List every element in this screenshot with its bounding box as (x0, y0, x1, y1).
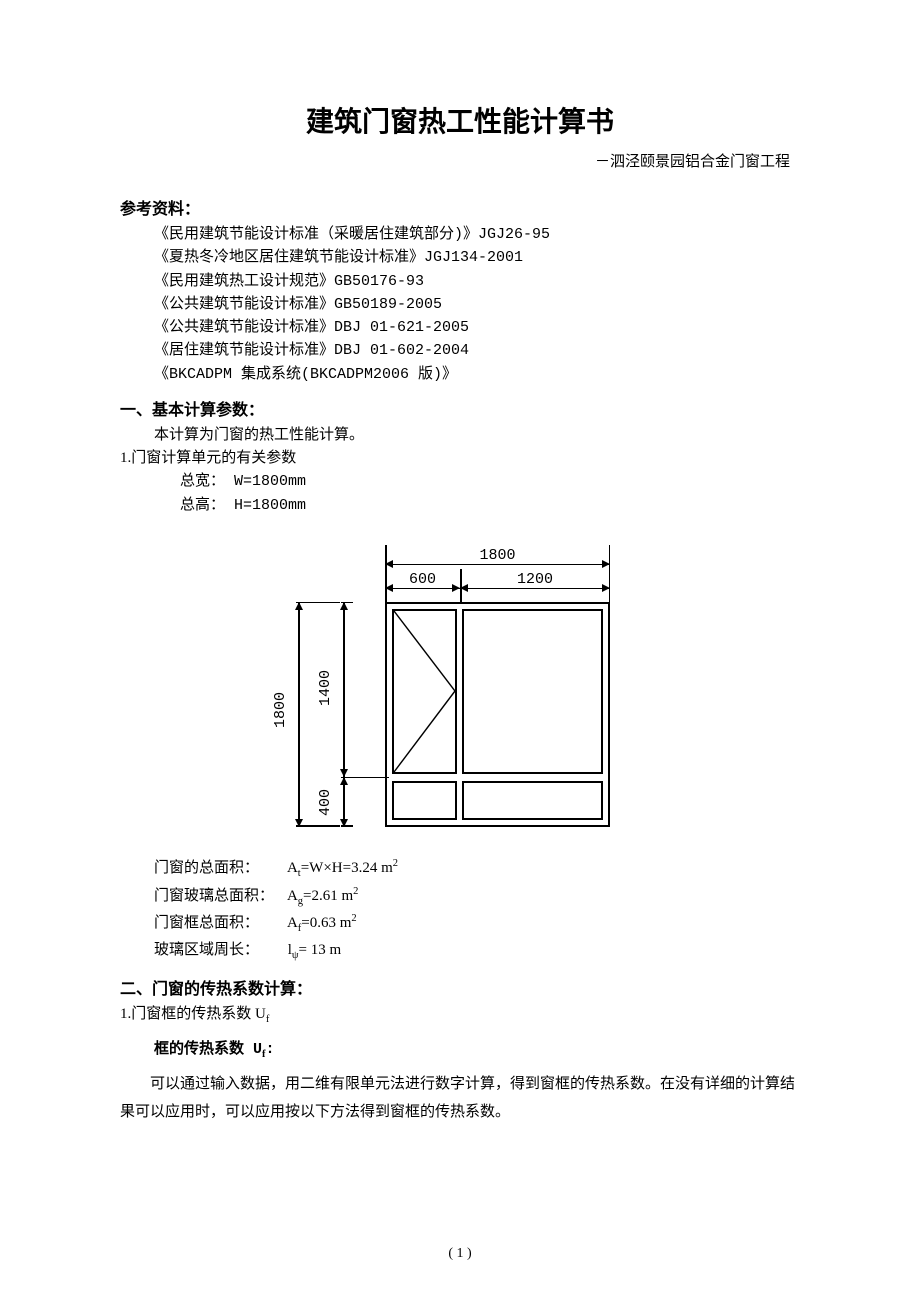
frame-area-row: 门窗框总面积： Af=0.63 m2 (154, 910, 800, 938)
frame-u-subheading: 框的传热系数 Uf: (154, 1038, 800, 1063)
total-width-line: 总宽： W=1800mm (180, 470, 800, 493)
dim-upper-height: 1400 (317, 670, 334, 706)
section-2-paragraph: 可以通过输入数据，用二维有限单元法进行数字计算，得到窗框的传热系数。在没有详细的… (120, 1070, 800, 1127)
section-2-heading: 二、门窗的传热系数计算： (120, 975, 800, 999)
dim-left-width: 600 (385, 571, 460, 588)
reference-item: 《居住建筑节能设计标准》DBJ 01-602-2004 (154, 339, 800, 362)
window-diagram (385, 602, 610, 827)
dim-right-width: 1200 (460, 571, 610, 588)
dim-total-height: 1800 (272, 692, 289, 728)
section-1-intro: 本计算为门窗的热工性能计算。 (154, 424, 800, 447)
references-heading: 参考资料： (120, 195, 800, 219)
reference-item: 《BKCADPM 集成系统(BKCADPM2006 版)》 (154, 363, 800, 386)
window-dimension-figure: 1800 600 1200 1800 (290, 547, 630, 827)
reference-item: 《公共建筑节能设计标准》GB50189-2005 (154, 293, 800, 316)
reference-item: 《夏热冬冷地区居住建筑节能设计标准》JGJ134-2001 (154, 246, 800, 269)
section-2-item-1: 1.门窗框的传热系数 Uf (120, 1003, 800, 1028)
section-1-item-1: 1.门窗计算单元的有关参数 (120, 447, 800, 470)
document-title: 建筑门窗热工性能计算书 (120, 100, 800, 140)
dim-lower-height: 400 (317, 789, 334, 816)
dim-total-width: 1800 (385, 547, 610, 564)
total-height-line: 总高： H=1800mm (180, 494, 800, 517)
page-number: ( 1 ) (0, 1246, 920, 1262)
reference-item: 《民用建筑热工设计规范》GB50176-93 (154, 270, 800, 293)
total-area-row: 门窗的总面积： At=W×H=3.24 m2 (154, 855, 800, 883)
reference-item: 《公共建筑节能设计标准》DBJ 01-621-2005 (154, 316, 800, 339)
perimeter-row: 玻璃区域周长： lψ= 13 m (154, 938, 800, 965)
document-subtitle: －泗泾颐景园铝合金门窗工程 (120, 150, 800, 171)
section-1-heading: 一、基本计算参数： (120, 396, 800, 420)
glass-area-row: 门窗玻璃总面积： Ag=2.61 m2 (154, 883, 800, 911)
reference-item: 《民用建筑节能设计标准（采暖居住建筑部分)》JGJ26-95 (154, 223, 800, 246)
